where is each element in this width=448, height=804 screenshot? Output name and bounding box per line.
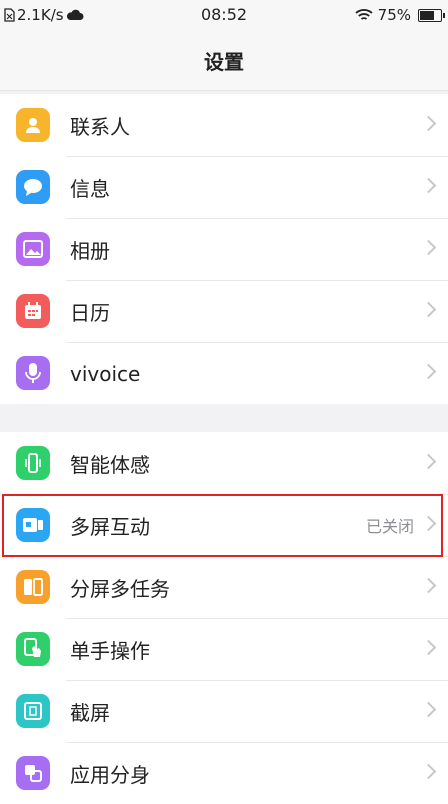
microphone-icon <box>16 356 50 390</box>
clock: 08:52 <box>200 5 248 24</box>
settings-item-gallery[interactable]: 相册 <box>0 218 448 280</box>
settings-item-vivoice[interactable]: vivoice <box>0 342 448 404</box>
settings-item-calendar[interactable]: 日历 <box>0 280 448 342</box>
screenshot-icon <box>16 694 50 728</box>
battery-icon <box>418 8 445 22</box>
settings-item-label: 单手操作 <box>70 639 150 663</box>
contacts-icon <box>16 108 50 142</box>
settings-item-split-screen[interactable]: 分屏多任务 <box>0 556 448 618</box>
settings-item-app-clone[interactable]: 应用分身 <box>0 742 448 804</box>
settings-item-messages[interactable]: 信息 <box>0 156 448 218</box>
calendar-icon <box>16 294 50 328</box>
one-hand-icon <box>16 632 50 666</box>
messages-icon <box>16 170 50 204</box>
settings-group-apps: 联系人 信息 相册 日历 vivoice <box>0 94 448 404</box>
split-screen-icon <box>16 570 50 604</box>
settings-item-label: 截屏 <box>70 701 110 725</box>
status-bar: 2.1K/s 08:52 75% <box>0 0 448 30</box>
settings-group-features: 智能体感 多屏互动 已关闭 分屏多任务 单手操作 截屏 应用分身 <box>0 432 448 804</box>
settings-item-label: 信息 <box>70 177 110 201</box>
app-clone-icon <box>16 756 50 790</box>
motion-phone-icon <box>16 446 50 480</box>
settings-item-label: 日历 <box>70 301 110 325</box>
settings-item-label: 联系人 <box>70 114 130 139</box>
multi-screen-status: 已关闭 <box>365 517 414 536</box>
settings-item-screenshot[interactable]: 截屏 <box>0 680 448 742</box>
settings-item-one-hand[interactable]: 单手操作 <box>0 618 448 680</box>
settings-item-multi-screen[interactable]: 多屏互动 已关闭 <box>0 494 448 556</box>
settings-item-contacts[interactable]: 联系人 <box>0 94 448 156</box>
settings-item-label: 智能体感 <box>70 452 150 477</box>
settings-item-smart-motion[interactable]: 智能体感 <box>0 432 448 494</box>
settings-item-label: 相册 <box>70 239 110 263</box>
screen-cast-icon <box>16 508 50 542</box>
page-title: 设置 <box>204 49 244 74</box>
gallery-icon <box>16 232 50 266</box>
settings-item-label: 多屏互动 <box>70 515 150 539</box>
settings-item-label: 应用分身 <box>70 763 150 787</box>
settings-item-label: 分屏多任务 <box>70 577 170 601</box>
nav-bar: 设置 <box>0 30 448 91</box>
settings-item-label: vivoice <box>70 361 141 386</box>
